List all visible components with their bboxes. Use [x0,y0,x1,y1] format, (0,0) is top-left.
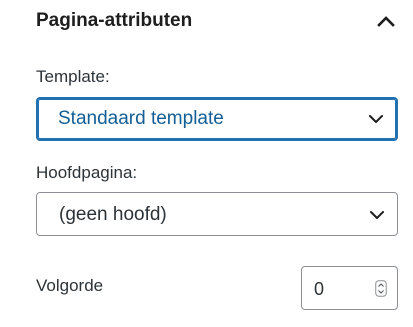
chevron-up-icon [377,16,395,27]
chevron-down-icon [370,211,384,219]
panel-title: Pagina-attributen [36,10,193,31]
collapse-panel-button[interactable] [376,12,396,30]
spinner-arrows-icon[interactable] [375,280,387,297]
template-select-value: Standaard template [58,108,224,129]
order-value: 0 [314,279,325,299]
parent-page-select[interactable]: (geen hoofd) [36,192,398,236]
parent-page-label: Hoofdpagina: [36,163,138,182]
template-select[interactable]: Standaard template [36,97,398,141]
template-label: Template: [36,67,110,86]
chevron-down-icon [369,115,383,123]
panel-header: Pagina-attributen [0,0,413,50]
order-number-input[interactable]: 0 [301,266,398,310]
page-attributes-panel: Pagina-attributen Template: Standaard te… [0,0,413,327]
order-label: Volgorde [36,276,104,295]
parent-page-select-value: (geen hoofd) [59,204,167,225]
